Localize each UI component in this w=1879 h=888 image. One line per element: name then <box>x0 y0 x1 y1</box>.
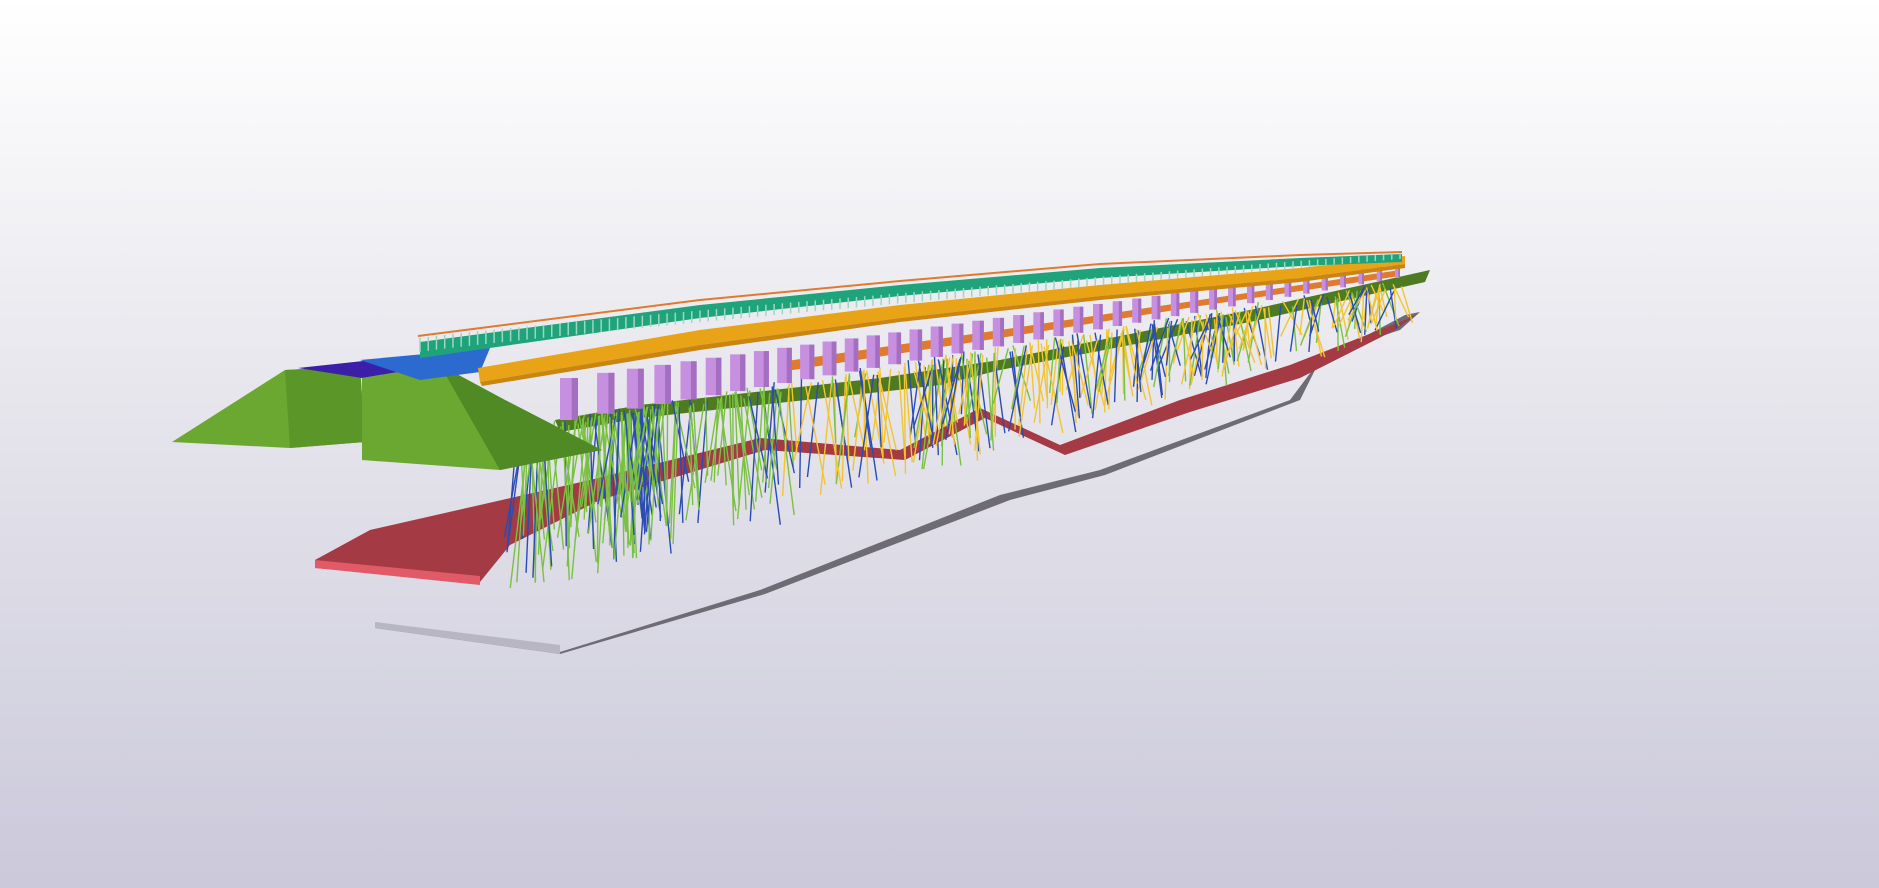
pier-shade <box>1020 315 1025 343</box>
pier-shade <box>1195 290 1199 313</box>
pier-shade <box>1138 298 1142 323</box>
pier-shade <box>715 357 722 396</box>
pier-shade <box>740 354 746 392</box>
pile <box>666 399 669 527</box>
pier-shade <box>853 338 859 372</box>
pier-shade <box>896 332 902 365</box>
pier-shade <box>608 372 615 414</box>
pier-shade <box>1099 303 1103 330</box>
pier-shade <box>763 351 769 388</box>
pier-shade <box>1118 301 1123 327</box>
pier-shade <box>1040 312 1044 340</box>
pier-shade <box>938 326 943 357</box>
pier-shade <box>690 361 697 400</box>
pier-shade <box>1214 287 1218 310</box>
pier-shade <box>571 378 578 420</box>
pier-shade <box>637 368 644 409</box>
bedrock-edge <box>375 622 560 654</box>
pier-shade <box>809 344 815 380</box>
pier-shade <box>875 335 880 368</box>
pile <box>1045 339 1049 409</box>
pile <box>596 415 600 564</box>
pier-shade <box>1000 317 1005 347</box>
pier-shade <box>1233 285 1236 307</box>
bridge-model-icon[interactable] <box>0 0 1879 888</box>
pier-shade <box>959 323 964 354</box>
3d-model-viewport[interactable] <box>0 0 1879 888</box>
pier-shade <box>1176 293 1180 317</box>
pier-shade <box>1060 309 1064 337</box>
pier-shade <box>917 329 923 361</box>
embankment-left-side <box>285 366 365 448</box>
pier-shade <box>831 341 837 376</box>
pier-shade <box>1079 306 1084 333</box>
pier-shade <box>665 364 671 404</box>
pier-shade <box>786 347 792 384</box>
pile <box>973 351 976 410</box>
pier-shade <box>1157 295 1161 320</box>
pier-shade <box>979 320 984 350</box>
